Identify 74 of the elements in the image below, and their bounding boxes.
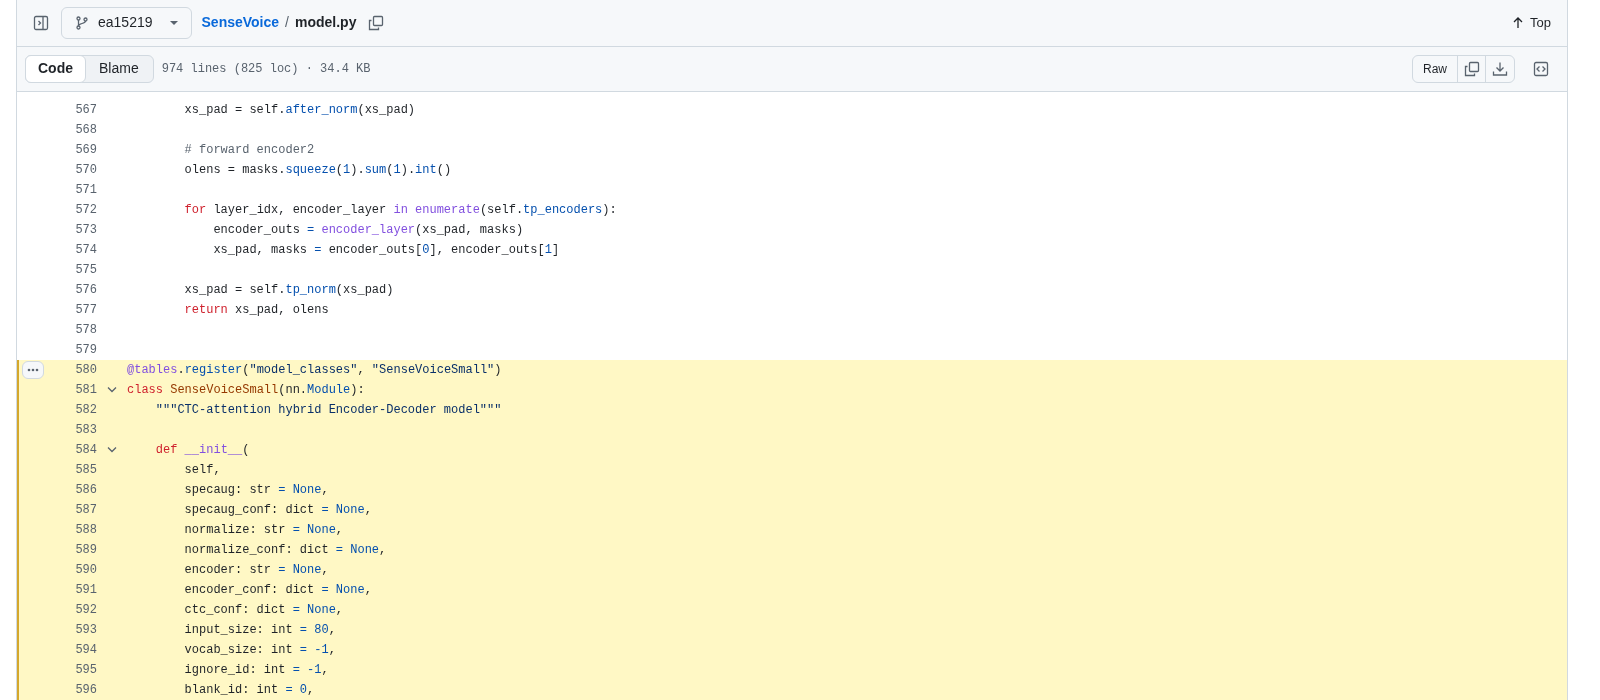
line-number: 592 xyxy=(74,602,97,619)
code-line: xs_pad = self.tp_norm(xs_pad) xyxy=(183,282,394,299)
chevron-down-icon[interactable] xyxy=(107,447,117,453)
code-line: specaug: str = None, xyxy=(183,482,329,499)
path-separator: / xyxy=(285,13,289,33)
line-number: 576 xyxy=(74,282,97,299)
line-number: 581 xyxy=(74,382,97,399)
code-line: return xs_pad, olens xyxy=(183,302,329,319)
code-line: """CTC-attention hybrid Encoder-Decoder model""" xyxy=(154,402,502,419)
copy-icon xyxy=(1463,60,1480,77)
code-square-icon xyxy=(1533,60,1549,77)
code-line: def __init__( xyxy=(154,442,250,459)
code-line: self, xyxy=(183,462,221,479)
code-line: ignore_id: int = -1, xyxy=(183,662,329,679)
file-info: 974 lines (825 loc) · 34.4 KB xyxy=(161,60,371,78)
ellipsis-icon xyxy=(27,368,39,372)
branch-selector[interactable]: ea15219 xyxy=(61,6,192,39)
line-number: 571 xyxy=(74,182,97,199)
code-line: normalize: str = None, xyxy=(183,522,344,539)
line-number: 584 xyxy=(74,442,97,459)
code-line: xs_pad, masks = encoder_outs[0], encoder_outs[1] xyxy=(212,242,560,259)
line-number: 586 xyxy=(74,482,97,499)
code-line: encoder_conf: dict = None, xyxy=(183,582,372,599)
line-number: 594 xyxy=(74,642,97,659)
line-number: 573 xyxy=(74,222,97,239)
line-number: 572 xyxy=(74,202,97,219)
line-number: 580 xyxy=(74,362,97,379)
view-tab[interactable]: Blame xyxy=(85,55,153,82)
line-number: 588 xyxy=(74,522,97,539)
up-arrow-icon xyxy=(1512,16,1525,29)
code-line: @tables.register("model_classes", "SenseVoiceSmall") xyxy=(127,362,502,379)
line-number: 568 xyxy=(74,122,97,139)
copy-icon[interactable] xyxy=(368,14,385,31)
code-line: specaug_conf: dict = None, xyxy=(183,502,372,519)
caret-icon xyxy=(168,19,179,26)
line-number: 585 xyxy=(74,462,97,479)
line-number: 574 xyxy=(74,242,97,259)
code-line: class SenseVoiceSmall(nn.Module): xyxy=(127,382,365,399)
code-line: blank_id: int = 0, xyxy=(183,682,315,699)
line-number: 575 xyxy=(74,262,97,279)
line-number: 589 xyxy=(74,542,97,559)
repo-link[interactable]: SenseVoice xyxy=(201,12,280,34)
line-number: 590 xyxy=(74,562,97,579)
code-line: vocab_size: int = -1, xyxy=(183,642,336,659)
line-number: 596 xyxy=(74,682,97,699)
line-number: 583 xyxy=(74,422,97,439)
code-line: input_size: int = 80, xyxy=(183,622,336,639)
line-menu-button[interactable] xyxy=(22,361,44,379)
file-name: model.py xyxy=(294,13,357,33)
branch-icon xyxy=(74,14,90,31)
line-number: 577 xyxy=(74,302,97,319)
line-number: 587 xyxy=(74,502,97,519)
download-icon xyxy=(1492,60,1508,77)
code-line: xs_pad = self.after_norm(xs_pad) xyxy=(183,102,416,119)
code-line: ctc_conf: dict = None, xyxy=(183,602,344,619)
code-line: encoder: str = None, xyxy=(183,562,329,579)
line-number: 591 xyxy=(74,582,97,599)
top-button[interactable]: Top xyxy=(1512,13,1551,33)
code-line: encoder_outs = encoder_layer(xs_pad, masks) xyxy=(212,222,524,239)
code-line: normalize_conf: dict = None, xyxy=(183,542,387,559)
line-number: 582 xyxy=(74,402,97,419)
code-line: olens = masks.squeeze(1).sum(1).int() xyxy=(183,162,452,179)
line-number: 593 xyxy=(74,622,97,639)
line-number: 570 xyxy=(74,162,97,179)
chevron-down-icon[interactable] xyxy=(107,387,117,393)
line-number: 595 xyxy=(74,662,97,679)
line-number: 567 xyxy=(74,102,97,119)
line-number: 569 xyxy=(74,142,97,159)
view-tab[interactable]: Code xyxy=(25,54,86,83)
sidebar-toggle-icon[interactable] xyxy=(33,14,49,31)
line-number: 578 xyxy=(74,322,97,339)
code-line: for layer_idx, encoder_layer in enumerate(self.tp_encoders): xyxy=(183,202,617,219)
line-number: 579 xyxy=(74,342,97,359)
code-line: # forward encoder2 xyxy=(183,142,315,159)
